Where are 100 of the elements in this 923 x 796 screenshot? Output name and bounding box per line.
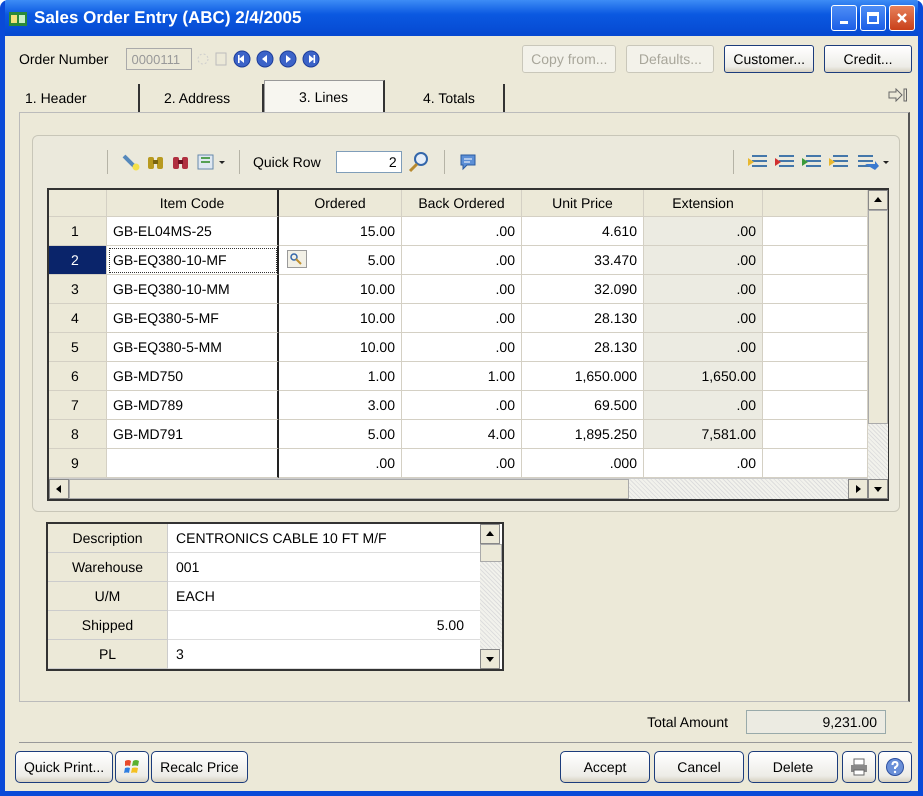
table-cell: 1,650.00 [644,362,763,391]
scroll-thumb[interactable] [868,210,888,424]
table-cell: GB-MD750 [107,362,279,391]
row-number[interactable]: 5 [49,333,107,362]
list-icon[interactable] [855,152,889,172]
header-button[interactable]: Customer... [724,45,814,73]
maximize-button[interactable] [860,5,886,31]
column-header: Back Ordered [402,190,522,217]
form-icon[interactable] [196,152,226,172]
table-cell: .00 [402,391,522,420]
table-cell: 32.090 [522,275,644,304]
table-cell: .00 [644,217,763,246]
detail-value[interactable]: 5.00 [168,611,480,640]
table-cell: .00 [279,449,402,478]
search-icon[interactable] [406,151,431,173]
detail-label: U/M [48,582,168,611]
table-cell: 10.00 [279,275,402,304]
table-cell: 5.00 [279,420,402,449]
table-cell: 28.130 [522,304,644,333]
detail-value[interactable]: 001 [168,553,480,582]
row-number[interactable]: 1 [49,217,107,246]
minimize-icon [840,20,848,24]
table-cell: .00 [644,333,763,362]
footer-button[interactable]: Recalc Price [151,751,248,783]
table-cell: 10.00 [279,304,402,333]
table-cell: .00 [644,304,763,333]
row-number[interactable]: 7 [49,391,107,420]
total-amount-label: Total Amount [647,714,728,730]
down-arrow-icon [486,655,494,663]
column-header: Extension [644,190,763,217]
footer-button[interactable]: Accept [560,751,650,783]
minimize-button[interactable] [831,5,857,31]
next-record-button[interactable] [279,50,298,68]
prev-record-button[interactable] [256,50,274,68]
table-cell: GB-EQ380-5-MF [107,304,279,333]
table-cell: .00 [402,449,522,478]
table-cell: GB-EL04MS-25 [107,217,279,246]
horizontal-scrollbar[interactable] [49,478,868,499]
scroll-up-button[interactable] [868,190,888,210]
column-header: Item Code [107,190,279,217]
table-cell: .00 [402,246,522,275]
first-record-button[interactable] [233,50,252,68]
scroll-down-button[interactable] [480,649,500,669]
right-arrow-icon [854,485,862,493]
scroll-thumb[interactable] [69,479,629,499]
scroll-right-button[interactable] [848,479,868,499]
table-cell: 1,650.000 [522,362,644,391]
lookup-button[interactable] [287,250,307,268]
header-button[interactable]: Credit... [824,45,912,73]
table-cell: .00 [402,333,522,362]
row-number[interactable]: 8 [49,420,107,449]
scroll-up-button[interactable] [480,524,500,544]
detail-label: Shipped [48,611,168,640]
last-record-button[interactable] [302,50,320,68]
up-arrow-icon [874,196,882,204]
table-cell: GB-MD789 [107,391,279,420]
app-icon [8,9,28,27]
arrow-icon [888,88,908,102]
total-amount-field: 9,231.00 [746,710,886,734]
table-cell: GB-MD791 [107,420,279,449]
orb-button[interactable] [115,751,150,783]
lookup-icon [196,51,210,67]
order-number-label: Order Number [19,51,108,67]
table-cell: 28.130 [522,333,644,362]
footer-button[interactable]: Cancel [654,751,744,783]
row-number[interactable]: 2 [49,246,107,275]
help-button[interactable] [878,751,912,783]
table-cell: 10.00 [279,333,402,362]
print-button[interactable] [842,751,876,783]
detail-label: Warehouse [48,553,168,582]
quick-row-field[interactable]: 2 [336,151,402,173]
scroll-thumb[interactable] [480,544,502,562]
pencil-icon[interactable] [121,152,141,172]
table-cell: GB-EQ380-10-MM [107,275,279,304]
document-icon [214,51,228,67]
table-cell: 1,895.250 [522,420,644,449]
row-number[interactable]: 3 [49,275,107,304]
table-cell: .00 [644,246,763,275]
detail-value[interactable]: CENTRONICS CABLE 10 FT M/F [168,524,480,553]
scroll-down-button[interactable] [868,479,888,499]
tab[interactable]: 3. Lines [264,80,385,112]
printer-icon [849,757,869,777]
scroll-left-button[interactable] [49,479,69,499]
detail-value[interactable]: 3 [168,640,480,669]
table-cell: 1.00 [402,362,522,391]
detail-value[interactable]: EACH [168,582,480,611]
footer-button[interactable]: Quick Print... [15,751,114,783]
row-number[interactable]: 9 [49,449,107,478]
table-cell: 5.00 [279,246,402,275]
close-button[interactable] [889,5,915,31]
maximize-icon [866,11,880,25]
vertical-scrollbar[interactable] [480,524,502,669]
footer-button[interactable]: Delete [748,751,838,783]
table-cell: .00 [402,304,522,333]
table-cell: GB-EQ380-5-MM [107,333,279,362]
table-cell: 33.470 [522,246,644,275]
vertical-scrollbar[interactable] [868,190,888,499]
row-number[interactable]: 6 [49,362,107,391]
comment-icon[interactable] [458,152,478,172]
row-number[interactable]: 4 [49,304,107,333]
